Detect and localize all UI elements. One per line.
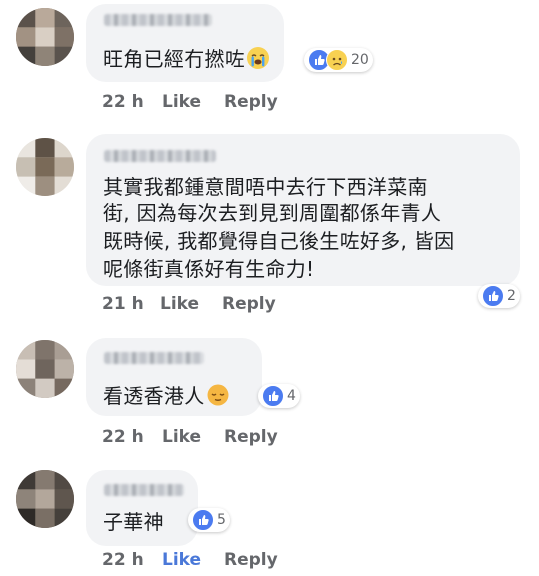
comment-actions: 22 h Like Reply xyxy=(0,550,539,572)
avatar-image xyxy=(16,470,74,528)
commenter-name[interactable] xyxy=(104,150,216,162)
like-button[interactable]: Like xyxy=(160,294,199,314)
reaction-count: 20 xyxy=(351,52,369,68)
timestamp[interactable]: 22 h xyxy=(102,427,144,447)
crying-emoji-icon xyxy=(247,47,270,69)
commenter-name[interactable] xyxy=(104,14,212,26)
comment-line: 既時候, 我都覺得自己後生咗好多, 皆因 xyxy=(103,229,455,253)
avatar-image xyxy=(16,138,74,196)
reply-button[interactable]: Reply xyxy=(224,92,278,112)
comment-actions: 22 h Like Reply xyxy=(0,92,539,114)
timestamp[interactable]: 22 h xyxy=(102,92,144,112)
reaction-summary[interactable]: 4 xyxy=(258,384,300,408)
avatar-image xyxy=(16,340,74,398)
comment-line: 街, 因為每次去到見到周圍都係年青人 xyxy=(103,201,442,225)
comment-actions: 21 h Like Reply xyxy=(0,294,539,316)
reaction-count: 4 xyxy=(287,388,296,404)
reply-button[interactable]: Reply xyxy=(224,550,278,570)
like-icon xyxy=(262,385,284,407)
sad-icon xyxy=(326,49,348,71)
avatar[interactable] xyxy=(16,8,74,66)
relieved-emoji-icon xyxy=(207,384,229,406)
reaction-summary[interactable]: 5 xyxy=(188,508,230,532)
avatar[interactable] xyxy=(16,340,74,398)
like-icon xyxy=(192,509,214,531)
avatar[interactable] xyxy=(16,470,74,528)
reply-button[interactable]: Reply xyxy=(224,427,278,447)
like-button[interactable]: Like xyxy=(162,550,201,570)
timestamp[interactable]: 22 h xyxy=(102,550,144,570)
reaction-summary[interactable]: 20 xyxy=(304,48,373,72)
commenter-name[interactable] xyxy=(104,484,184,496)
comment-text: 旺角已經冇撚咗 xyxy=(103,44,270,74)
reaction-count: 5 xyxy=(217,512,226,528)
avatar-image xyxy=(16,8,74,66)
commenter-name[interactable] xyxy=(104,352,204,364)
like-button[interactable]: Like xyxy=(162,92,201,112)
like-button[interactable]: Like xyxy=(162,427,201,447)
comment-actions: 22 h Like Reply xyxy=(0,427,539,449)
reply-button[interactable]: Reply xyxy=(222,294,276,314)
timestamp[interactable]: 21 h xyxy=(102,294,144,314)
comment-line: 呢條街真係好有生命力! xyxy=(103,257,315,281)
comment-text: 子華神 xyxy=(103,510,164,534)
comment-text: 看透香港人 xyxy=(103,381,229,411)
avatar[interactable] xyxy=(16,138,74,196)
